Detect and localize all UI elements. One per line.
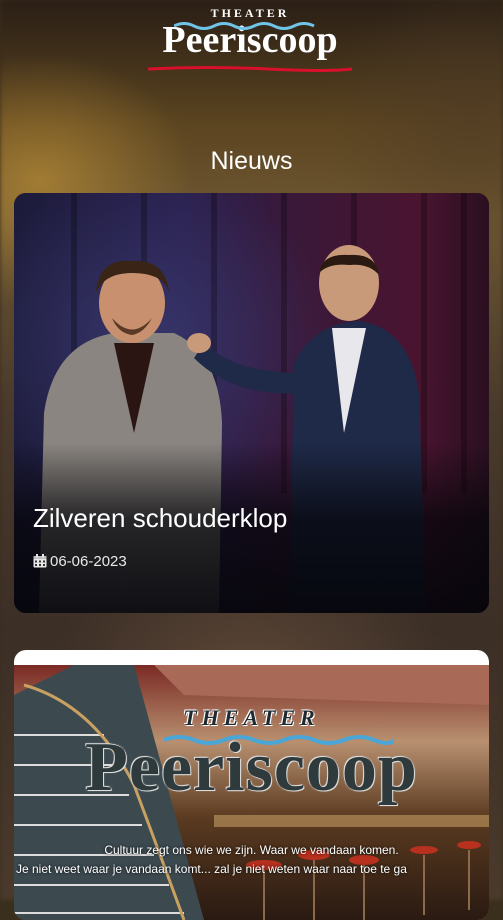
news-card[interactable]: THEATER Peeriscoop Cultuur zegt ons wie …: [14, 650, 489, 920]
logo-wave-icon: [174, 22, 315, 30]
theater-logo[interactable]: THEATER Peeriscoop: [146, 6, 354, 74]
card-logo-small-text: THEATER: [183, 705, 320, 730]
calendar-icon: [33, 554, 47, 568]
section-title: Nieuws: [210, 147, 293, 175]
logo-underline-icon: [148, 66, 352, 72]
logo-small-text: THEATER: [210, 6, 290, 20]
news-card[interactable]: Zilveren schouderklop 06-06-2023: [14, 193, 489, 613]
card-tagline-2: Je niet weet waar je vandaan komt... zal…: [16, 862, 407, 876]
card-logo-big-text: Peeriscoop: [85, 729, 418, 806]
news-date: 06-06-2023: [33, 551, 127, 571]
news-title[interactable]: Zilveren schouderklop: [33, 501, 287, 535]
news-date-text: 06-06-2023: [50, 552, 127, 570]
card-tagline-1: Cultuur zegt ons wie we zijn. Waar we va…: [104, 843, 399, 857]
